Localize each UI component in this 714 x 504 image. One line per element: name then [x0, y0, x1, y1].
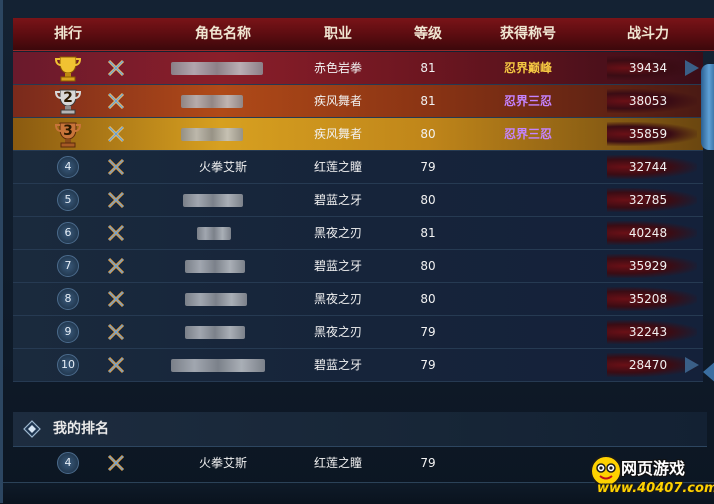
level-cell: 81 — [420, 226, 436, 240]
trophy-rank-number: 3 — [63, 123, 73, 139]
bronze-trophy-icon: 3 — [53, 119, 83, 149]
rank-badge: 8 — [57, 288, 79, 310]
table-row[interactable]: 10 碧蓝之牙 79 28470 — [13, 349, 703, 382]
name-cell: 火拳艾斯 — [198, 456, 247, 470]
class-cell: 赤色岩拳 — [313, 61, 362, 75]
crossed-blades-icon — [107, 224, 125, 242]
gold-trophy-icon — [53, 53, 83, 83]
crossed-blades-icon — [107, 356, 125, 374]
crossed-blades-icon — [107, 191, 125, 209]
table-row[interactable]: 5 碧蓝之牙 80 32785 — [13, 184, 703, 217]
ranking-panel: 排行 角色名称 职业 等级 获得称号 战斗力 赤色岩拳 81 忍界巅峰 3943… — [0, 0, 714, 504]
class-cell: 碧蓝之牙 — [313, 193, 362, 207]
table-row[interactable]: 6 黑夜之刃 81 40248 — [13, 217, 703, 250]
header-power: 战斗力 — [627, 26, 669, 42]
crossed-blades-icon — [107, 92, 125, 110]
silver-trophy-icon: 2 — [53, 86, 83, 116]
power-cell: 35859 — [628, 127, 668, 141]
class-cell: 碧蓝之牙 — [313, 259, 362, 273]
power-arrow-icon — [685, 357, 699, 373]
trophy-rank-number: 2 — [63, 90, 73, 106]
watermark-title: 网页游戏 — [621, 459, 686, 478]
crossed-blades-icon — [107, 290, 125, 308]
table-row[interactable]: 3 疾风舞者 80 忍界三忍 35859 — [13, 118, 703, 151]
level-cell: 79 — [420, 325, 436, 339]
table-row[interactable]: 2 疾风舞者 81 忍界三忍 38053 — [13, 85, 703, 118]
player-name-redacted — [185, 293, 247, 306]
player-name-redacted — [197, 227, 231, 240]
class-cell: 碧蓝之牙 — [313, 358, 362, 372]
player-name-redacted — [183, 194, 243, 207]
power-cell: 39434 — [628, 61, 668, 75]
level-cell: 80 — [420, 127, 436, 141]
level-cell: 79 — [420, 160, 436, 174]
section-title: 我的排名 — [53, 421, 109, 437]
level-cell: 79 — [420, 358, 436, 372]
level-cell: 81 — [420, 61, 436, 75]
crossed-blades-icon — [107, 323, 125, 341]
rank-badge: 4 — [57, 156, 79, 178]
rank-badge: 9 — [57, 321, 79, 343]
watermark-url: www.40407.com — [597, 481, 714, 496]
header-class: 职业 — [324, 26, 352, 42]
class-cell: 红莲之瞳 — [313, 160, 362, 174]
class-cell: 黑夜之刃 — [313, 292, 362, 306]
class-cell: 疾风舞者 — [313, 94, 362, 108]
table-row[interactable]: 赤色岩拳 81 忍界巅峰 39434 — [13, 52, 703, 85]
table-header: 排行 角色名称 职业 等级 获得称号 战斗力 — [13, 18, 714, 51]
table-row[interactable]: 9 黑夜之刃 79 32243 — [13, 316, 703, 349]
title-cell: 忍界三忍 — [503, 94, 552, 108]
power-cell: 32243 — [628, 325, 668, 339]
power-cell: 35929 — [628, 259, 668, 273]
rank-badge: 10 — [57, 354, 79, 376]
site-watermark: 网页游戏 www.40407.com — [589, 454, 714, 500]
level-cell: 81 — [420, 94, 436, 108]
power-cell: 38053 — [628, 94, 668, 108]
power-cell: 40248 — [628, 226, 668, 240]
power-cell: 32785 — [628, 193, 668, 207]
page-arrow-button[interactable] — [703, 360, 714, 384]
rank-badge: 7 — [57, 255, 79, 277]
crossed-blades-icon — [107, 158, 125, 176]
power-arrow-icon — [685, 60, 699, 76]
my-rank-section: 我的排名 — [13, 412, 707, 447]
class-cell: 红莲之瞳 — [313, 456, 362, 470]
power-cell: 32744 — [628, 160, 668, 174]
player-name-redacted — [181, 128, 243, 141]
rank-badge: 4 — [57, 452, 79, 474]
title-cell: 忍界巅峰 — [503, 61, 552, 75]
power-cell: 35208 — [628, 292, 668, 306]
power-cell: 28470 — [628, 358, 668, 372]
player-name-redacted — [171, 359, 265, 372]
level-cell: 79 — [420, 456, 436, 470]
header-rank: 排行 — [54, 26, 82, 42]
class-cell: 疾风舞者 — [313, 127, 362, 141]
crossed-blades-icon — [107, 257, 125, 275]
table-row[interactable]: 4 火拳艾斯 红莲之瞳 79 32744 — [13, 151, 703, 184]
name-cell: 火拳艾斯 — [198, 160, 247, 174]
header-level: 等级 — [414, 26, 442, 42]
level-cell: 80 — [420, 259, 436, 273]
rank-badge: 5 — [57, 189, 79, 211]
player-name-redacted — [171, 62, 263, 75]
player-name-redacted — [185, 326, 245, 339]
header-name: 角色名称 — [195, 26, 251, 42]
crossed-blades-icon — [107, 454, 125, 472]
level-cell: 80 — [420, 292, 436, 306]
title-cell: 忍界三忍 — [503, 127, 552, 141]
rank-badge: 6 — [57, 222, 79, 244]
level-cell: 80 — [420, 193, 436, 207]
table-row[interactable]: 8 黑夜之刃 80 35208 — [13, 283, 703, 316]
diamond-icon — [23, 420, 41, 438]
player-name-redacted — [185, 260, 245, 273]
header-title: 获得称号 — [500, 26, 556, 42]
player-name-redacted — [181, 95, 243, 108]
class-cell: 黑夜之刃 — [313, 325, 362, 339]
class-cell: 黑夜之刃 — [313, 226, 362, 240]
table-row[interactable]: 7 碧蓝之牙 80 35929 — [13, 250, 703, 283]
crossed-blades-icon — [107, 59, 125, 77]
crossed-blades-icon — [107, 125, 125, 143]
side-scroll-tab[interactable] — [701, 64, 714, 150]
